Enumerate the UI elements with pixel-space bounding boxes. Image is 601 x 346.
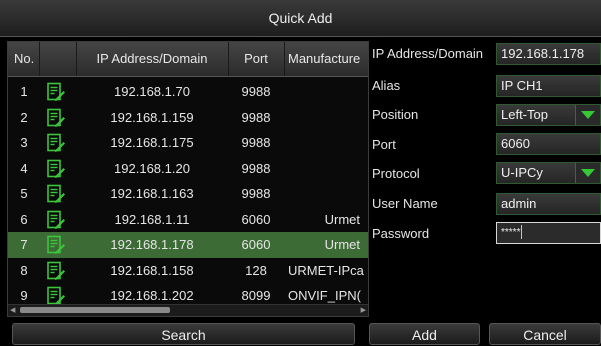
row-ip: 192.168.1.178 — [110, 237, 194, 252]
row-port: 6060 — [241, 211, 271, 227]
row-number: 4 — [20, 160, 28, 176]
edit-document-icon[interactable] — [46, 184, 66, 204]
row-number: 5 — [20, 186, 28, 201]
row-number: 1 — [20, 84, 28, 99]
table-row[interactable]: 2 192.168.1.159 9988 — [8, 105, 368, 131]
column-header-ip[interactable]: IP Address/Domain — [76, 42, 229, 76]
scroll-left-arrow-icon[interactable]: ◀ — [10, 305, 15, 316]
edit-document-icon[interactable] — [46, 159, 66, 179]
row-ip: 192.168.1.11 — [114, 211, 190, 227]
row-manufacturer — [284, 130, 368, 156]
edit-document-icon[interactable] — [46, 286, 66, 306]
row-manufacturer: Urmet — [324, 211, 360, 227]
row-number: 3 — [20, 135, 28, 150]
row-number: 6 — [20, 211, 28, 227]
row-manufacturer — [284, 156, 368, 182]
row-manufacturer — [284, 105, 368, 131]
protocol-label: Protocol — [372, 166, 420, 181]
scrollbar-thumb[interactable] — [20, 307, 170, 313]
column-header-port[interactable]: Port — [228, 42, 285, 76]
table-row[interactable]: 1 192.168.1.70 9988 — [8, 79, 368, 105]
password-field[interactable]: ***** — [496, 222, 601, 244]
dropdown-arrow-icon[interactable] — [575, 105, 600, 125]
column-header-no[interactable]: No. — [8, 42, 40, 76]
dialog-title-bar: Quick Add — [0, 0, 601, 37]
row-manufacturer: URMET-IPca — [288, 262, 364, 278]
row-manufacturer — [284, 181, 368, 207]
row-manufacturer — [284, 79, 368, 105]
row-port: 9988 — [241, 109, 271, 125]
username-field[interactable]: admin — [496, 193, 601, 215]
row-ip: 192.168.1.158 — [110, 262, 194, 278]
port-label: Port — [372, 137, 396, 152]
column-header-manufacturer[interactable]: Manufacture — [284, 42, 368, 76]
edit-document-icon[interactable] — [46, 235, 66, 255]
table-row[interactable]: 8 192.168.1.158 128 URMET-IPca — [8, 258, 368, 284]
alias-field[interactable]: IP CH1 — [496, 75, 601, 97]
row-port: 9988 — [241, 84, 271, 99]
table-row[interactable]: 3 192.168.1.175 9988 — [8, 130, 368, 156]
cancel-button[interactable]: Cancel — [489, 323, 601, 345]
password-label: Password — [372, 226, 430, 241]
dropdown-arrow-icon[interactable] — [575, 163, 600, 183]
row-port: 6060 — [241, 237, 271, 252]
row-ip: 192.168.1.70 — [114, 84, 190, 99]
edit-document-icon[interactable] — [46, 82, 66, 102]
position-select[interactable]: Left-Top — [496, 104, 601, 126]
row-ip: 192.168.1.159 — [110, 109, 194, 125]
password-value: ***** — [501, 227, 521, 238]
row-ip: 192.168.1.175 — [110, 135, 194, 150]
protocol-select[interactable]: U-IPCy — [496, 162, 601, 184]
row-port: 9988 — [241, 135, 271, 150]
ip-address-field[interactable]: 192.168.1.178 — [496, 43, 601, 65]
add-button[interactable]: Add — [369, 323, 480, 345]
horizontal-scrollbar[interactable]: ◀ ▶ — [8, 304, 368, 316]
row-number: 7 — [20, 237, 28, 252]
table-row[interactable]: 4 192.168.1.20 9988 — [8, 156, 368, 182]
alias-label: Alias — [372, 78, 401, 93]
row-ip: 192.168.1.20 — [114, 160, 190, 176]
port-field[interactable]: 6060 — [496, 133, 601, 155]
scroll-right-arrow-icon[interactable]: ▶ — [361, 305, 366, 316]
row-port: 9988 — [241, 160, 271, 176]
table-row[interactable]: 6 192.168.1.11 6060 Urmet — [8, 207, 368, 233]
row-port: 128 — [245, 262, 267, 278]
edit-document-icon[interactable] — [46, 133, 66, 153]
username-label: User Name — [372, 196, 438, 211]
dialog-title: Quick Add — [268, 10, 333, 26]
table-row[interactable]: 5 192.168.1.163 9988 — [8, 181, 368, 207]
device-table: No. IP Address/Domain Port Manufacture 1… — [7, 41, 369, 317]
protocol-value: U-IPCy — [501, 165, 543, 180]
edit-document-icon[interactable] — [46, 261, 66, 281]
row-port: 9988 — [241, 186, 271, 201]
table-row[interactable]: 7 192.168.1.178 6060 Urmet — [8, 232, 368, 258]
table-header: No. IP Address/Domain Port Manufacture — [8, 42, 368, 77]
column-header-edit[interactable] — [40, 42, 77, 76]
row-number: 2 — [20, 109, 28, 125]
ip-address-label: IP Address/Domain — [372, 46, 484, 61]
edit-document-icon[interactable] — [46, 210, 66, 230]
row-ip: 192.168.1.163 — [110, 186, 194, 201]
search-button[interactable]: Search — [12, 323, 355, 345]
position-label: Position — [372, 107, 419, 122]
row-manufacturer: Urmet — [324, 237, 360, 252]
text-cursor — [521, 225, 523, 240]
edit-document-icon[interactable] — [46, 108, 66, 128]
position-value: Left-Top — [501, 107, 548, 122]
row-number: 8 — [20, 262, 28, 278]
